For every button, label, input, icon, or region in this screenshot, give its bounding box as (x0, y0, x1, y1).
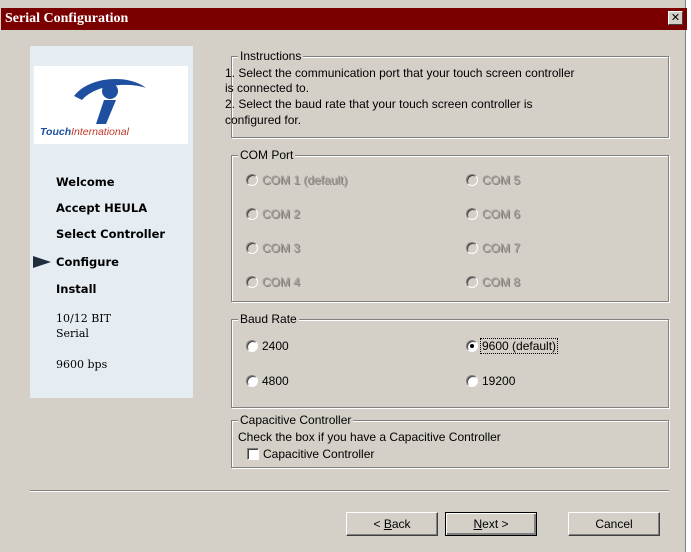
baud-4800-label: 4800 (262, 374, 289, 388)
capacitive-checkbox[interactable] (247, 448, 259, 460)
button-separator (30, 490, 669, 492)
logo-wordmark: TouchInternational (40, 126, 129, 138)
back-button[interactable]: < Back (346, 512, 438, 536)
step-accept-heula: Accept HEULA (56, 201, 148, 215)
baud-19200-label: 19200 (482, 374, 516, 388)
wizard-sidebar: TouchInternational Welcome Accept HEULA … (30, 46, 193, 398)
capacitive-legend: Capacitive Controller (238, 413, 354, 427)
com3-label: COM 3 (262, 241, 301, 255)
instructions-line-4: configured for. (225, 113, 302, 127)
com7-label: COM 7 (482, 241, 521, 255)
com8-radio[interactable] (466, 276, 478, 288)
com6-label: COM 6 (482, 207, 521, 221)
instructions-legend: Instructions (238, 49, 304, 63)
baud-2400-radio[interactable] (246, 340, 258, 352)
close-icon: ✕ (670, 11, 681, 24)
capacitive-checkbox-label: Capacitive Controller (263, 447, 375, 461)
instructions-line-1: 1. Select the communication port that yo… (225, 66, 575, 80)
back-prefix: < (373, 517, 384, 531)
capacitive-description: Check the box if you have a Capacitive C… (238, 430, 501, 444)
current-step-arrow-icon (33, 256, 51, 268)
instructions-line-2: is connected to. (225, 81, 310, 95)
com-port-legend: COM Port (238, 148, 296, 162)
instructions-line-3: 2. Select the baud rate that your touch … (225, 97, 533, 111)
close-button[interactable]: ✕ (668, 11, 683, 25)
next-label: ext > (482, 517, 509, 531)
baud-rate-legend: Baud Rate (238, 312, 299, 326)
baud-rate-group: Baud Rate 2400 9600 (default) 4800 19200 (231, 312, 669, 408)
touch-international-logo: TouchInternational (34, 66, 188, 144)
com2-radio[interactable] (246, 208, 258, 220)
capacitive-group: Capacitive Controller Check the box if y… (231, 413, 669, 468)
back-accelerator: B (383, 517, 392, 531)
baud-19200-radio[interactable] (466, 375, 478, 387)
com1-radio[interactable] (246, 174, 258, 186)
next-button[interactable]: Next > (445, 512, 537, 536)
com6-radio[interactable] (466, 208, 478, 220)
window-title: Serial Configuration (5, 11, 129, 26)
title-bar[interactable]: Serial Configuration ✕ (1, 8, 687, 30)
dialog-window: Serial Configuration ✕ TouchInternationa… (0, 0, 687, 552)
baud-9600-radio[interactable] (466, 340, 478, 352)
step-install: Install (56, 282, 97, 296)
com1-label: COM 1 (default) (262, 173, 348, 187)
com5-radio[interactable] (466, 174, 478, 186)
selected-dot-icon (470, 344, 474, 348)
com2-label: COM 2 (262, 207, 301, 221)
com5-label: COM 5 (482, 173, 521, 187)
next-accelerator: N (473, 517, 483, 531)
back-label: ack (391, 517, 411, 531)
com-port-group: COM Port COM 1 (default) COM 5 COM 2 COM… (231, 148, 669, 302)
controller-interface: Serial (56, 327, 89, 340)
cancel-button[interactable]: Cancel (568, 512, 660, 536)
com4-label: COM 4 (262, 275, 301, 289)
com3-radio[interactable] (246, 242, 258, 254)
step-welcome: Welcome (56, 175, 115, 189)
baud-9600-label: 9600 (default) (479, 338, 559, 354)
baud-2400-label: 2400 (262, 339, 289, 353)
controller-bits: 10/12 BIT (56, 312, 111, 325)
com7-radio[interactable] (466, 242, 478, 254)
step-configure: Configure (56, 255, 119, 269)
com4-radio[interactable] (246, 276, 258, 288)
com8-label: COM 8 (482, 275, 521, 289)
baud-4800-radio[interactable] (246, 375, 258, 387)
step-select-controller: Select Controller (56, 227, 166, 241)
controller-speed: 9600 bps (56, 358, 108, 371)
instructions-group: Instructions 1. Select the communication… (225, 49, 669, 138)
